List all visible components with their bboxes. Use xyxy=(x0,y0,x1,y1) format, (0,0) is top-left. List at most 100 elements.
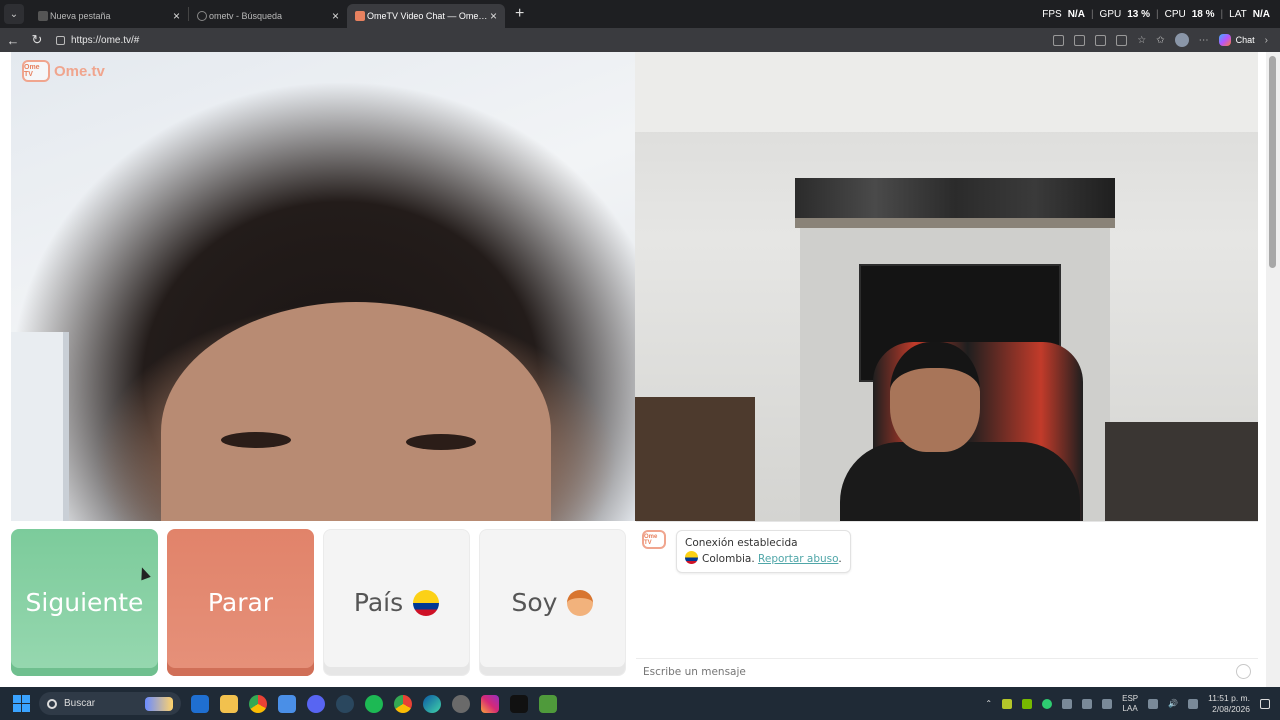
wifi-icon[interactable] xyxy=(1062,698,1073,709)
chrome-profile-icon[interactable] xyxy=(394,694,412,713)
chrome-icon[interactable] xyxy=(249,694,267,713)
language-top: ESP xyxy=(1122,693,1139,703)
instagram-icon[interactable] xyxy=(481,694,499,713)
remote-user-head xyxy=(890,342,980,452)
windows-start-icon[interactable] xyxy=(13,695,30,712)
page-scrollbar[interactable] xyxy=(1266,52,1280,687)
scrollbar-thumb[interactable] xyxy=(1269,56,1276,268)
system-tray: ⌃ ESP LAA 🔊 11:51 p. m. 2/08/2026 xyxy=(985,693,1270,715)
plus-icon[interactable]: + xyxy=(515,5,524,23)
steam-icon[interactable] xyxy=(336,694,354,713)
tab-close-icon[interactable]: × xyxy=(173,9,180,23)
browser-tab-bar: ⌄ Nueva pestaña × ometv - Búsqueda × Ome… xyxy=(0,0,1280,28)
tab-favicon-icon xyxy=(38,11,48,21)
translate-icon[interactable] xyxy=(1095,34,1107,46)
notifications-bell-icon[interactable] xyxy=(1260,698,1270,709)
search-icon xyxy=(47,698,57,709)
colombia-flag-icon xyxy=(413,589,440,616)
more-options-icon[interactable]: ⋯ xyxy=(1199,35,1209,46)
remote-shelf-items xyxy=(795,178,1115,218)
gender-button-label: Soy xyxy=(511,588,558,617)
nvidia-icon[interactable] xyxy=(1022,698,1033,709)
favorite-star-icon[interactable]: ☆ xyxy=(1137,35,1146,46)
report-abuse-link[interactable]: Reportar abuso xyxy=(758,553,838,565)
taskbar-search[interactable]: Buscar xyxy=(39,692,181,715)
tray-app-icon[interactable] xyxy=(1002,698,1013,709)
site-info-icon[interactable] xyxy=(56,35,65,45)
minecraft-icon[interactable] xyxy=(539,694,557,713)
ometv-logo: Ome TV Ome.tv xyxy=(22,60,105,82)
chat-panel: Ome TV Conexión establecida Colombia. Re… xyxy=(636,521,1258,687)
partner-country-line: Colombia. Reportar abuso. xyxy=(685,551,842,567)
file-explorer-icon[interactable] xyxy=(220,694,238,713)
github-desktop-icon[interactable] xyxy=(452,694,470,713)
stop-button[interactable]: Parar xyxy=(167,529,314,676)
copilot-chat-button[interactable]: Chat xyxy=(1218,34,1255,46)
lat-label: LAT xyxy=(1229,8,1247,20)
lat-value: N/A xyxy=(1252,8,1270,20)
local-user-face xyxy=(161,302,551,521)
message-input[interactable] xyxy=(643,665,1236,678)
page-viewport: Ome TV Ome.tv Siguiente Parar País Soy O… xyxy=(0,52,1280,687)
fps-value: N/A xyxy=(1067,8,1085,20)
discord-icon[interactable] xyxy=(307,694,325,713)
tab-close-icon[interactable]: × xyxy=(332,9,339,23)
background-door xyxy=(11,332,69,521)
smiley-icon[interactable] xyxy=(1236,664,1251,679)
tab-search[interactable]: ometv - Búsqueda × xyxy=(189,4,347,28)
local-video: Ome TV Ome.tv xyxy=(11,52,635,521)
search-highlight-icon xyxy=(145,696,173,711)
windows-taskbar: Buscar ⌃ ESP LAA 🔊 11:51 p. m. 2/08/2026 xyxy=(0,687,1280,720)
reading-view-icon[interactable] xyxy=(1116,34,1128,46)
connection-status: Conexión establecida xyxy=(685,537,798,549)
microphone-icon[interactable] xyxy=(1102,698,1113,709)
taskbar-clock[interactable]: 11:51 p. m. 2/08/2026 xyxy=(1208,693,1250,715)
tab-close-icon[interactable]: × xyxy=(490,9,497,23)
ometv-logo-text: Ome.tv xyxy=(54,62,105,80)
ometv-logo-badge: Ome TV xyxy=(22,60,50,82)
tray-status-icon[interactable] xyxy=(1042,698,1053,709)
clock-date: 2/08/2026 xyxy=(1212,703,1250,714)
country-button[interactable]: País xyxy=(323,529,470,676)
performance-overlay: FPS N/A | GPU 13 % | CPU 18 % | LAT N/A xyxy=(1042,9,1270,20)
battery-status-icon[interactable] xyxy=(1188,698,1199,709)
search-favicon-icon xyxy=(197,11,207,21)
apps-icon[interactable] xyxy=(1074,34,1086,46)
gender-button[interactable]: Soy xyxy=(479,529,626,676)
network-icon[interactable] xyxy=(1148,698,1159,709)
colombia-flag-icon xyxy=(685,551,698,564)
tab-ometv[interactable]: OmeTV Video Chat — Omegle × xyxy=(347,4,505,28)
partner-country: Colombia. xyxy=(702,553,755,565)
sidebar-chevron-icon[interactable]: › xyxy=(1265,35,1268,46)
back-arrow-icon[interactable]: ← xyxy=(2,33,24,48)
remote-sofa xyxy=(1105,422,1258,521)
outlook-icon[interactable] xyxy=(191,694,209,713)
tab-title: Nueva pestaña xyxy=(50,11,111,21)
camera-icon[interactable] xyxy=(1053,34,1065,46)
system-message: Ome TV Conexión establecida Colombia. Re… xyxy=(642,530,851,573)
favorites-icon[interactable]: ✩ xyxy=(1156,35,1164,46)
gpu-label: GPU xyxy=(1099,8,1122,20)
system-message-bubble: Conexión establecida Colombia. Reportar … xyxy=(676,530,851,573)
language-indicator[interactable]: ESP LAA xyxy=(1122,694,1138,714)
message-composer xyxy=(636,658,1258,684)
profile-avatar[interactable] xyxy=(1174,33,1189,47)
cpu-value: 18 % xyxy=(1191,8,1215,20)
reload-icon[interactable]: ↻ xyxy=(26,32,48,48)
remote-wooden-chair xyxy=(635,397,755,521)
remote-video xyxy=(635,52,1258,521)
next-button[interactable]: Siguiente xyxy=(11,529,158,676)
url-field[interactable]: https://ome.tv/# xyxy=(56,35,139,46)
report-trailing-period: . xyxy=(838,553,842,565)
ometv-avatar-icon: Ome TV xyxy=(642,530,666,549)
spotify-icon[interactable] xyxy=(365,694,383,713)
volume-icon[interactable]: 🔊 xyxy=(1168,699,1178,708)
battery-icon[interactable] xyxy=(1082,698,1093,709)
microsoft-store-icon[interactable] xyxy=(278,694,296,713)
capcut-icon[interactable] xyxy=(510,694,528,713)
tab-new-tab[interactable]: Nueva pestaña × xyxy=(30,4,188,28)
tab-actions-menu-icon[interactable]: ⌄ xyxy=(4,4,24,24)
edge-icon[interactable] xyxy=(423,694,441,713)
show-hidden-icons-icon[interactable]: ⌃ xyxy=(985,699,992,708)
remote-ceiling xyxy=(635,52,1258,132)
